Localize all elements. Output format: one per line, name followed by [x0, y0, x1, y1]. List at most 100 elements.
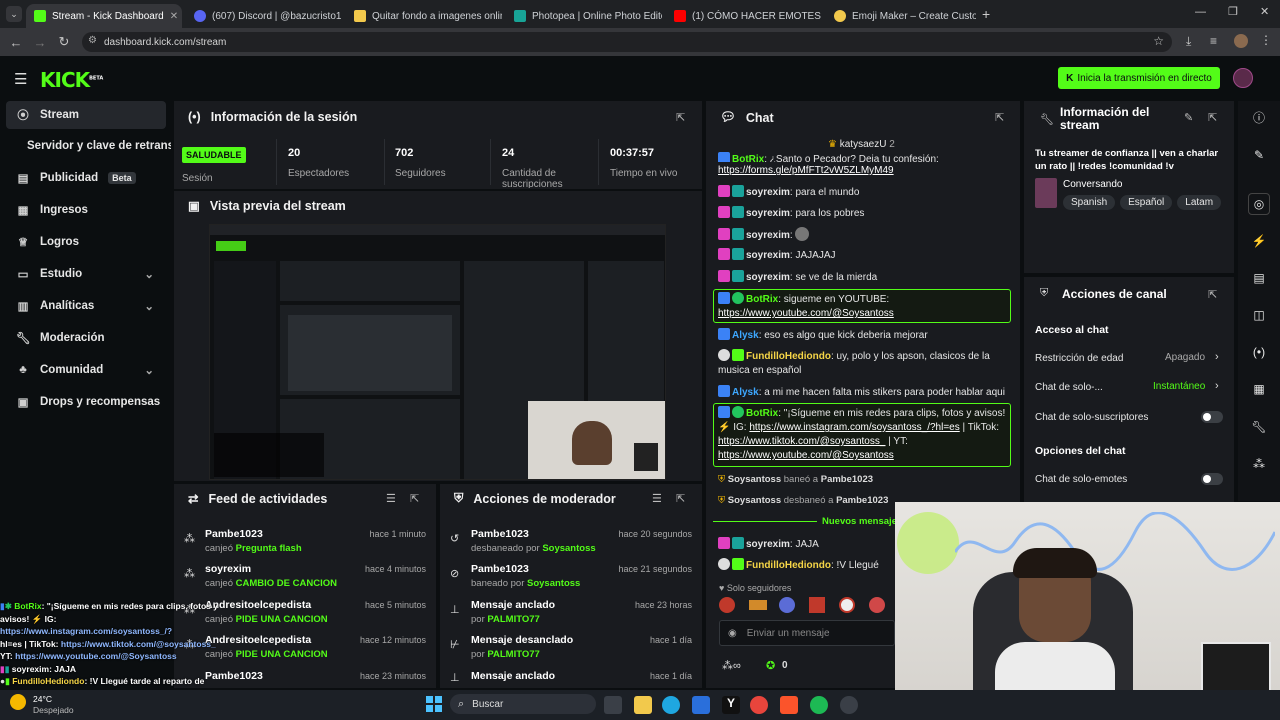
maximize-icon[interactable]: ❐: [1228, 5, 1238, 18]
sidebar-item-stream[interactable]: ⦿ Stream: [6, 101, 166, 129]
sidebar-item-drops[interactable]: ▣ Drops y recompensas: [6, 389, 166, 415]
hamburger-menu-icon[interactable]: ☰: [14, 70, 27, 88]
close-tab-icon[interactable]: ✕: [170, 11, 178, 22]
ban-target[interactable]: Pambe1023: [821, 474, 873, 485]
edit-icon[interactable]: ✎: [1248, 144, 1270, 166]
chat-link[interactable]: https://www.tiktok.com/@soysantoss_: [718, 436, 885, 447]
ban-moderator[interactable]: Soysantoss: [728, 474, 781, 485]
chat-user[interactable]: Alysk: [732, 330, 759, 341]
obs-icon[interactable]: [840, 696, 858, 714]
sidebar-item-server-key[interactable]: Servidor y clave de retransmisión: [6, 133, 171, 159]
emote-icon[interactable]: [719, 597, 735, 613]
stream-preview-video[interactable]: [209, 224, 666, 480]
chevron-right-icon[interactable]: ›: [1215, 380, 1219, 392]
window-close-icon[interactable]: ✕: [1260, 5, 1269, 18]
emote-icon[interactable]: [779, 597, 795, 613]
chat-link[interactable]: https://www.youtube.com/@Soysantoss: [718, 308, 894, 319]
emote-icon[interactable]: [839, 597, 855, 613]
forward-icon[interactable]: →: [28, 35, 52, 50]
chat-user[interactable]: BotRix: [732, 154, 764, 163]
edit-icon[interactable]: ✎: [1184, 111, 1193, 124]
brave-icon[interactable]: [780, 696, 798, 714]
tag-chip[interactable]: Spanish: [1063, 195, 1116, 210]
chat-user[interactable]: FundilloHediondo: [746, 560, 831, 571]
popout-icon[interactable]: ⇱: [995, 111, 1004, 124]
emote-icon[interactable]: [809, 597, 825, 613]
tab-remove-bg[interactable]: Quitar fondo a imagenes online ✕: [346, 4, 502, 28]
reload-icon[interactable]: ↻: [52, 34, 76, 50]
edge-icon[interactable]: [662, 696, 680, 714]
chat-input[interactable]: ◉ Enviar un mensaje: [719, 620, 895, 646]
url-input[interactable]: ⚙ dashboard.kick.com/stream ☆: [82, 32, 1172, 52]
layout-icon[interactable]: ▦: [1248, 378, 1270, 400]
chat-link[interactable]: https://www.youtube.com/@Soysantoss: [718, 450, 894, 461]
tab-kick-dashboard[interactable]: Stream - Kick Dashboard ✕: [26, 4, 182, 28]
popout-icon[interactable]: ⇱: [1208, 111, 1217, 124]
download-icon[interactable]: ⤓: [1186, 34, 1191, 49]
file-explorer-icon[interactable]: [634, 696, 652, 714]
filter-icon[interactable]: ☰: [386, 492, 396, 505]
popout-icon[interactable]: ⇱: [676, 111, 685, 124]
bookmark-star-icon[interactable]: ☆: [1153, 34, 1164, 48]
chat-user[interactable]: soyrexim: [746, 272, 790, 283]
site-info-icon[interactable]: ⚙: [88, 35, 97, 46]
chat-icon[interactable]: ◫: [1248, 304, 1270, 326]
sidebar-item-publicidad[interactable]: ▤ Publicidad Beta: [6, 165, 166, 191]
go-live-button[interactable]: K Inicia la transmisión en directo: [1058, 67, 1220, 89]
kick-logo[interactable]: KICKBETA: [40, 68, 103, 92]
list-icon[interactable]: ▤: [1248, 267, 1270, 289]
media-control-icon[interactable]: ≡: [1210, 34, 1217, 48]
community-icon[interactable]: ⁂: [1248, 453, 1270, 475]
chat-user[interactable]: soyrexim: [746, 250, 790, 261]
tab-youtube[interactable]: (1) CÓMO HACER EMOTES ANI ✕: [666, 4, 822, 28]
chat-user[interactable]: BotRix: [746, 294, 778, 305]
tab-discord[interactable]: (607) Discord | @bazucristo1 ✕: [186, 4, 342, 28]
clip-icon[interactable]: ◎: [1248, 193, 1270, 215]
chat-link[interactable]: https://forms.gle/pMfFTt2vW5ZLMyM49: [718, 165, 894, 176]
emote-icon[interactable]: [869, 597, 885, 613]
lightning-icon[interactable]: ⚡: [1248, 230, 1270, 252]
sidebar-item-logros[interactable]: ♕ Logros: [6, 229, 166, 255]
sidebar-item-analiticas[interactable]: ▥ Analíticas ⌄: [6, 293, 166, 319]
popout-icon[interactable]: ⇱: [410, 492, 419, 505]
chat-user[interactable]: soyrexim: [746, 187, 790, 198]
profile-avatar[interactable]: [1234, 34, 1248, 48]
emote-icon[interactable]: [749, 600, 767, 610]
app-y-icon[interactable]: Y: [722, 696, 740, 714]
tag-chip[interactable]: Latam: [1177, 195, 1222, 210]
age-restriction-value[interactable]: Apagado: [1165, 352, 1205, 363]
chat-settings-icon[interactable]: ⁂∞: [722, 659, 741, 672]
spotify-icon[interactable]: [810, 696, 828, 714]
sidebar-item-comunidad[interactable]: ♣ Comunidad ⌄: [6, 357, 166, 383]
chat-only-value[interactable]: Instantáneo: [1153, 381, 1205, 392]
subs-only-toggle[interactable]: [1201, 411, 1223, 423]
windows-start-icon[interactable]: [426, 696, 442, 712]
broadcast-icon[interactable]: (•): [1248, 341, 1270, 363]
chat-user[interactable]: soyrexim: [746, 539, 790, 550]
filter-icon[interactable]: ☰: [652, 492, 662, 505]
top-gifter[interactable]: ♛ katysaezU 2: [828, 139, 895, 150]
ban-target[interactable]: Pambe1023: [836, 495, 888, 506]
taskbar-search[interactable]: ⌕ Buscar: [450, 694, 596, 714]
sun-weather-icon[interactable]: [10, 694, 26, 710]
chat-link[interactable]: https://www.instagram.com/soysantoss_/?h…: [749, 422, 959, 433]
task-view-icon[interactable]: [604, 696, 622, 714]
user-avatar[interactable]: [1233, 68, 1253, 88]
sidebar-item-moderacion[interactable]: 🔧︎ Moderación: [6, 325, 166, 351]
tab-emoji-maker[interactable]: Emoji Maker – Create Custom E ✕: [826, 4, 976, 28]
info-icon[interactable]: ⓘ: [1248, 106, 1270, 128]
chat-user[interactable]: soyrexim: [746, 208, 790, 219]
minimize-icon[interactable]: —: [1195, 6, 1206, 18]
new-tab-icon[interactable]: +: [982, 6, 990, 22]
ban-moderator[interactable]: Soysantoss: [728, 495, 781, 506]
tab-photopea[interactable]: Photopea | Online Photo Editor ✕: [506, 4, 662, 28]
store-icon[interactable]: [692, 696, 710, 714]
browser-menu-icon[interactable]: ⋮: [1260, 33, 1272, 47]
tag-chip[interactable]: Español: [1120, 195, 1173, 210]
sidebar-item-ingresos[interactable]: ▦ Ingresos: [6, 197, 166, 223]
back-icon[interactable]: ←: [4, 35, 28, 50]
popout-icon[interactable]: ⇱: [676, 492, 685, 505]
chat-user[interactable]: FundilloHediondo: [746, 351, 831, 362]
chrome-icon[interactable]: [750, 696, 768, 714]
chat-user[interactable]: BotRix: [746, 408, 778, 419]
